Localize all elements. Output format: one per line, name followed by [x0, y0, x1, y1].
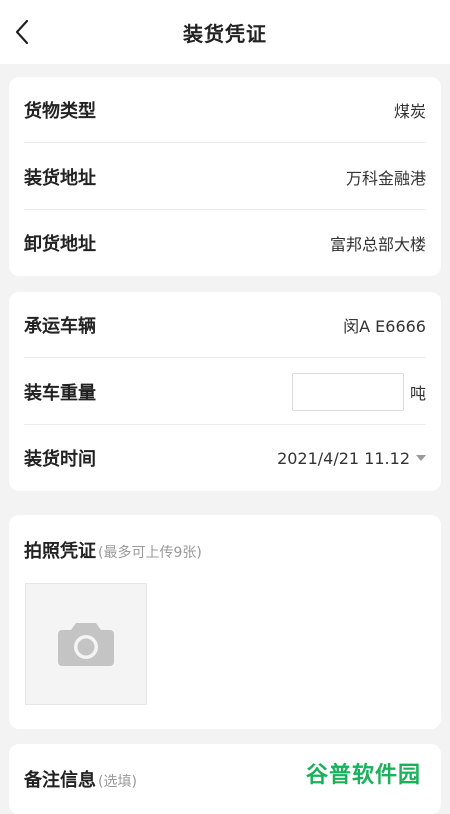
photo-title: 拍照凭证	[24, 541, 96, 562]
weight-row: 装车重量 吨	[24, 359, 426, 425]
weight-input-group: 吨	[291, 372, 426, 411]
camera-icon	[58, 623, 114, 666]
weight-input[interactable]	[291, 372, 404, 411]
loading-address-row: 装货地址 万科金融港	[24, 144, 426, 210]
goods-info-card: 货物类型 煤炭 装货地址 万科金融港 卸货地址 富邦总部大楼	[9, 77, 441, 276]
unloading-address-label: 卸货地址	[24, 234, 96, 255]
loading-address-label: 装货地址	[24, 167, 96, 189]
unloading-address-row: 卸货地址 富邦总部大楼	[24, 210, 426, 276]
goods-type-row: 货物类型 煤炭	[24, 77, 426, 143]
unloading-address-value: 富邦总部大楼	[329, 235, 426, 254]
goods-type-label: 货物类型	[24, 100, 96, 122]
caret-down-icon	[416, 455, 426, 461]
transport-card: 承运车辆 闵A E6666 装车重量 吨 装货时间 2021/4/21 11.1…	[9, 292, 441, 491]
remark-title: 备注信息	[24, 770, 96, 791]
vehicle-label: 承运车辆	[24, 315, 96, 337]
loading-time-value: 2021/4/21 11.12	[277, 448, 410, 468]
back-button[interactable]	[4, 14, 40, 50]
remark-title-group: 备注信息 (选填)	[24, 766, 137, 792]
photo-card: 拍照凭证 (最多可上传9张)	[9, 515, 441, 729]
photo-title-group: 拍照凭证 (最多可上传9张)	[24, 537, 202, 563]
vehicle-row: 承运车辆 闵A E6666	[24, 292, 426, 358]
loading-time-row: 装货时间 2021/4/21 11.12	[24, 425, 426, 491]
loading-time-picker[interactable]: 2021/4/21 11.12	[277, 449, 426, 468]
page-title: 装货凭证	[183, 21, 267, 46]
watermark-logo: 谷普软件园	[306, 763, 422, 788]
weight-unit: 吨	[409, 383, 426, 403]
remark-hint: (选填)	[98, 774, 137, 790]
nav-bar: 装货凭证	[0, 0, 450, 64]
photo-hint: (最多可上传9张)	[98, 545, 202, 561]
vehicle-value: 闵A E6666	[343, 316, 426, 336]
loading-time-label: 装货时间	[24, 449, 96, 470]
chevron-left-icon	[15, 19, 29, 45]
photo-upload-button[interactable]	[25, 583, 147, 705]
loading-address-value: 万科金融港	[345, 168, 426, 188]
goods-type-value: 煤炭	[393, 101, 426, 121]
weight-label: 装车重量	[24, 382, 96, 404]
